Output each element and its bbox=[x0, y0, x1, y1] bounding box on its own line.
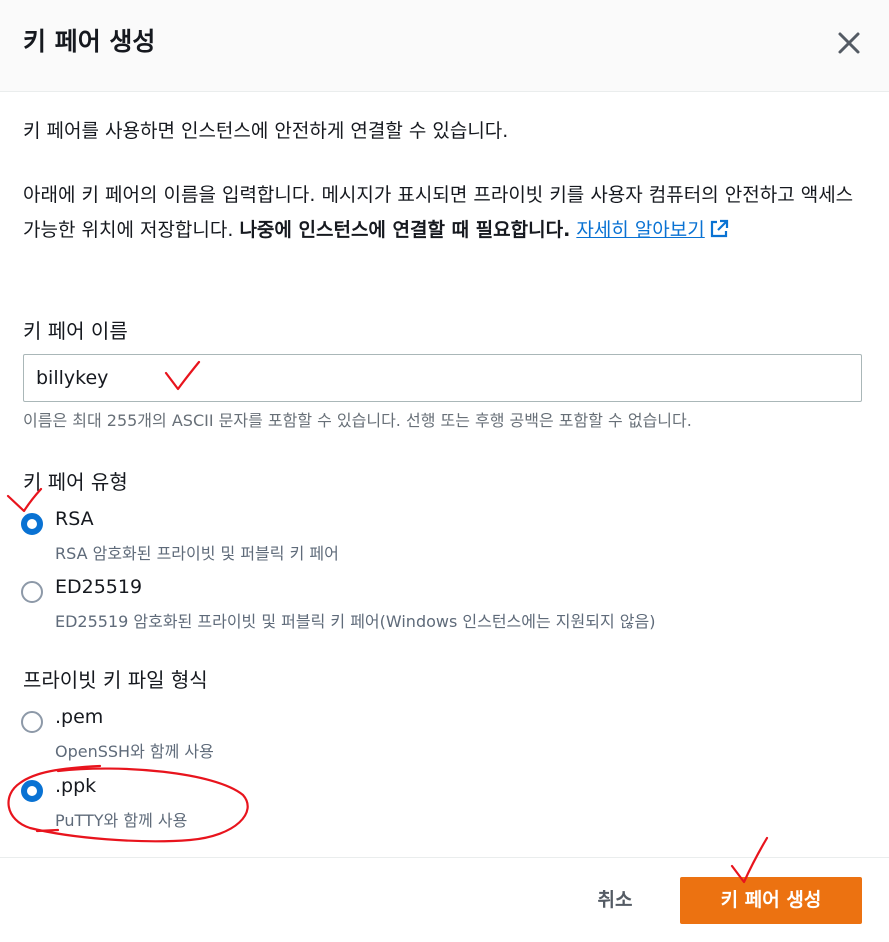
footer-divider bbox=[0, 857, 889, 858]
radio-desc-rsa: RSA 암호화된 프라이빗 및 퍼블릭 키 페어 bbox=[55, 544, 339, 563]
radio-desc-ppk: PuTTY와 함께 사용 bbox=[55, 811, 188, 830]
create-key-pair-button[interactable]: 키 페어 생성 bbox=[680, 877, 862, 924]
radio-button-rsa[interactable] bbox=[21, 513, 43, 535]
radio-option-ppk[interactable]: .ppk PuTTY와 함께 사용 bbox=[21, 775, 841, 830]
create-key-pair-dialog: 키 페어 생성 키 페어를 사용하면 인스턴스에 안전하게 연결할 수 있습니다… bbox=[0, 0, 889, 942]
external-link-icon bbox=[710, 219, 728, 238]
dialog-header: 키 페어 생성 bbox=[0, 0, 889, 92]
radio-label-ed25519: ED25519 bbox=[55, 576, 143, 598]
radio-option-pem[interactable]: .pem OpenSSH와 함께 사용 bbox=[21, 706, 841, 761]
cancel-button[interactable]: 취소 bbox=[574, 877, 656, 923]
radio-desc-pem: OpenSSH와 함께 사용 bbox=[55, 742, 214, 761]
learn-more-label: 자세히 알아보기 bbox=[576, 219, 705, 241]
key-pair-type-label: 키 페어 유형 bbox=[23, 470, 128, 494]
close-icon bbox=[838, 32, 860, 54]
key-pair-name-label: 키 페어 이름 bbox=[23, 319, 128, 343]
intro-text: 키 페어를 사용하면 인스턴스에 안전하게 연결할 수 있습니다. bbox=[23, 120, 509, 142]
description-bold: 나중에 인스턴스에 연결할 때 필요합니다. bbox=[239, 219, 571, 241]
key-pair-name-input[interactable] bbox=[23, 354, 862, 402]
close-button[interactable] bbox=[834, 28, 864, 58]
checkmark-annotation-create bbox=[730, 836, 769, 884]
radio-option-ed25519[interactable]: ED25519 ED25519 암호화된 프라이빗 및 퍼블릭 키 페어(Win… bbox=[21, 576, 841, 631]
description-text: 아래에 키 페어의 이름을 입력합니다. 메시지가 표시되면 프라이빗 키를 사… bbox=[23, 178, 863, 248]
dialog-title: 키 페어 생성 bbox=[23, 27, 156, 56]
learn-more-link[interactable]: 자세히 알아보기 bbox=[576, 219, 728, 241]
name-constraint-text: 이름은 최대 255개의 ASCII 문자를 포함할 수 있습니다. 선행 또는… bbox=[23, 411, 692, 430]
radio-button-ed25519[interactable] bbox=[21, 581, 43, 603]
private-key-format-label: 프라이빗 키 파일 형식 bbox=[23, 668, 208, 692]
radio-desc-ed25519: ED25519 암호화된 프라이빗 및 퍼블릭 키 페어(Windows 인스턴… bbox=[55, 612, 656, 631]
radio-button-pem[interactable] bbox=[21, 711, 43, 733]
radio-label-ppk: .ppk bbox=[55, 775, 97, 797]
radio-option-rsa[interactable]: RSA RSA 암호화된 프라이빗 및 퍼블릭 키 페어 bbox=[21, 508, 841, 563]
radio-button-ppk[interactable] bbox=[21, 780, 43, 802]
radio-label-pem: .pem bbox=[55, 706, 104, 728]
radio-label-rsa: RSA bbox=[55, 508, 94, 530]
